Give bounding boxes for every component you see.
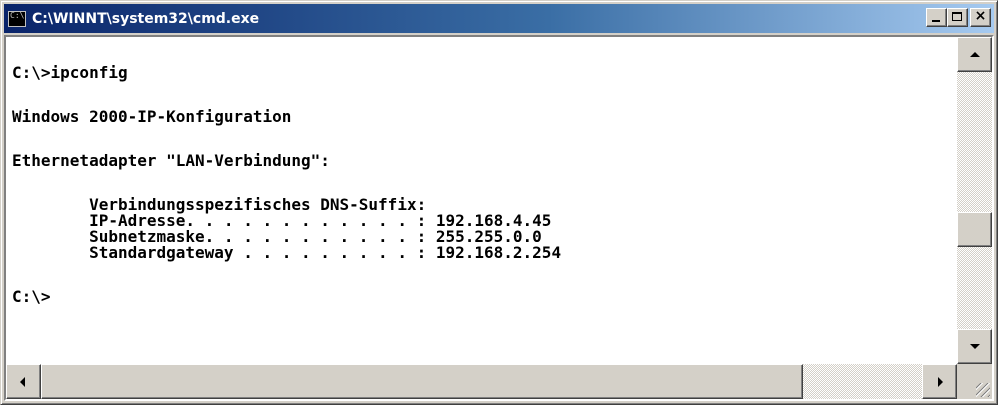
console-line-default-gateway: Standardgateway . . . . . . . . . : 192.…	[12, 243, 562, 262]
console-client-area: C:\>ipconfig Windows 2000-IP-Konfigurati…	[4, 35, 994, 401]
console-window: C:\ C:\WINNT\system32\cmd.exe × C:\>ipco…	[0, 0, 998, 405]
vertical-scrollbar[interactable]	[957, 37, 992, 364]
maximize-button[interactable]	[947, 8, 968, 27]
vertical-scroll-thumb[interactable]	[957, 212, 992, 247]
scroll-left-button[interactable]	[6, 364, 41, 399]
size-box[interactable]	[957, 364, 992, 399]
console-line-heading: Windows 2000-IP-Konfiguration	[12, 107, 292, 126]
scroll-down-button[interactable]	[957, 329, 992, 364]
horizontal-scrollbar[interactable]	[6, 364, 957, 399]
arrow-right-icon	[938, 377, 943, 387]
title-bar[interactable]: C:\ C:\WINNT\system32\cmd.exe ×	[4, 4, 994, 33]
scroll-right-button[interactable]	[922, 364, 957, 399]
console-output[interactable]: C:\>ipconfig Windows 2000-IP-Konfigurati…	[6, 37, 957, 364]
minimize-icon	[932, 20, 940, 22]
scroll-up-button[interactable]	[957, 37, 992, 72]
arrow-down-icon	[970, 344, 980, 349]
arrow-left-icon	[20, 377, 25, 387]
minimize-button[interactable]	[926, 8, 947, 27]
caption-buttons: ×	[926, 8, 991, 27]
arrow-up-icon	[970, 52, 980, 57]
horizontal-scroll-thumb[interactable]	[41, 364, 803, 399]
console-line-adapter: Ethernetadapter "LAN-Verbindung":	[12, 151, 330, 170]
close-icon: ×	[974, 8, 987, 24]
resize-grip-icon[interactable]	[976, 383, 990, 397]
maximize-icon	[952, 12, 962, 21]
console-line-prompt-command: C:\>ipconfig	[12, 63, 128, 82]
console-app-icon[interactable]: C:\	[8, 10, 26, 27]
window-title: C:\WINNT\system32\cmd.exe	[32, 10, 260, 27]
console-line-prompt: C:\>	[12, 287, 51, 306]
close-button[interactable]: ×	[970, 8, 991, 27]
